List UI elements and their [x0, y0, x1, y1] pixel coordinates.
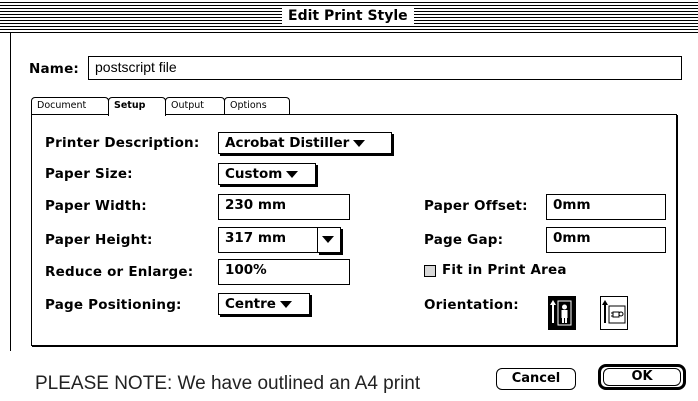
paper-height-dropdown-button[interactable]: [317, 227, 341, 253]
chevron-down-icon: [353, 139, 366, 147]
paper-size-value: Custom: [225, 166, 283, 182]
landscape-orientation-button[interactable]: [600, 296, 628, 330]
cancel-button[interactable]: Cancel: [496, 368, 576, 390]
portrait-icon: [550, 300, 572, 326]
chevron-down-icon: [322, 236, 334, 243]
paper-size-label: Paper Size:: [45, 166, 133, 182]
reduce-enlarge-input[interactable]: 100%: [218, 259, 350, 285]
page-gap-label: Page Gap:: [424, 232, 504, 248]
page-positioning-value: Centre: [225, 296, 276, 312]
tab-output[interactable]: Output: [165, 97, 225, 115]
page-gap-input[interactable]: 0mm: [546, 227, 666, 253]
paper-size-popup[interactable]: Custom: [218, 163, 316, 185]
chevron-down-icon: [286, 170, 299, 178]
paper-offset-input[interactable]: 0mm: [546, 194, 666, 220]
page-positioning-popup[interactable]: Centre: [218, 293, 310, 315]
printer-description-popup[interactable]: Acrobat Distiller: [218, 132, 392, 154]
paper-width-label: Paper Width:: [45, 198, 147, 214]
name-input[interactable]: postscript file: [88, 56, 682, 80]
portrait-orientation-button[interactable]: [548, 296, 576, 330]
chevron-down-icon: [279, 300, 292, 308]
window-title: Edit Print Style: [282, 6, 414, 26]
orientation-label: Orientation:: [424, 297, 519, 313]
printer-description-label: Printer Description:: [45, 135, 200, 151]
paper-height-label: Paper Height:: [45, 232, 153, 248]
paper-width-input[interactable]: 230 mm: [218, 194, 350, 220]
fit-in-print-area-checkbox[interactable]: [424, 265, 436, 277]
name-label: Name:: [29, 61, 80, 77]
paper-offset-label: Paper Offset:: [424, 198, 528, 214]
tab-setup[interactable]: Setup: [108, 97, 166, 116]
paper-height-input[interactable]: 317 mm: [218, 227, 318, 253]
note-text: PLEASE NOTE: We have outlined an A4 prin…: [35, 373, 421, 394]
page-positioning-label: Page Positioning:: [45, 297, 182, 313]
landscape-icon: [602, 300, 626, 324]
tab-document[interactable]: Document: [31, 97, 109, 115]
reduce-enlarge-label: Reduce or Enlarge:: [45, 264, 194, 280]
ok-button[interactable]: OK: [603, 368, 681, 386]
tab-options[interactable]: Options: [224, 97, 290, 115]
printer-description-value: Acrobat Distiller: [225, 135, 350, 151]
fit-in-print-area-label: Fit in Print Area: [442, 262, 567, 278]
